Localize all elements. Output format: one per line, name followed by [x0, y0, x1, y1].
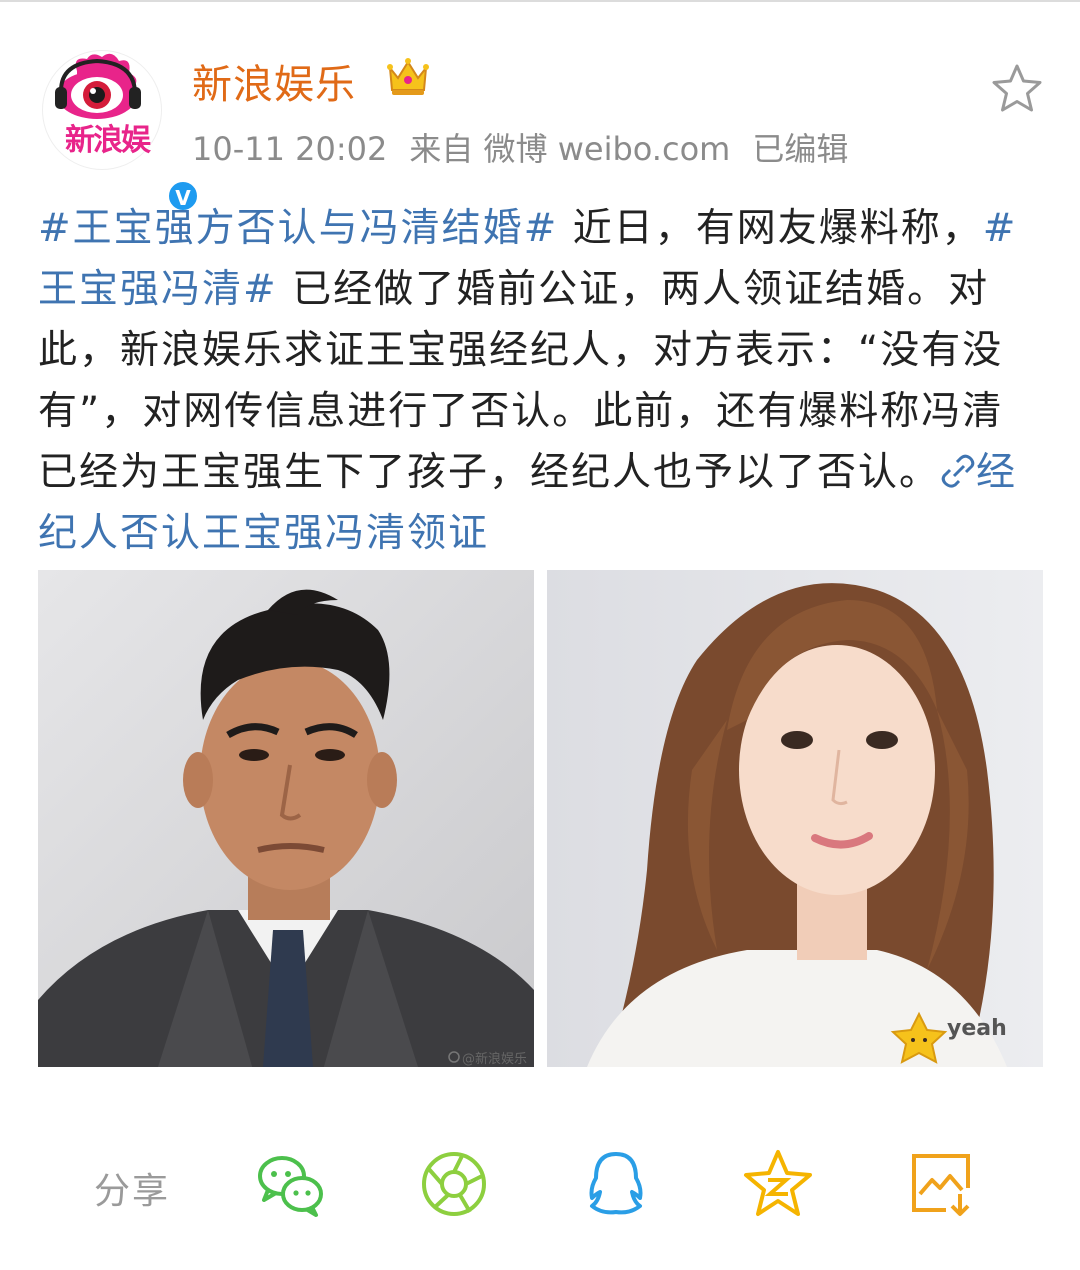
link-icon — [941, 454, 975, 488]
top-divider — [0, 0, 1080, 2]
favorite-star-icon[interactable] — [990, 62, 1044, 116]
photo-watermark: @新浪娱乐 — [462, 1052, 528, 1067]
avatar-label: 新浪娱 — [65, 123, 151, 158]
account-name[interactable]: 新浪娱乐 — [192, 52, 356, 110]
qq-icon[interactable] — [580, 1148, 652, 1220]
account-avatar[interactable]: 新浪娱 V — [42, 50, 200, 213]
save-image-icon[interactable] — [906, 1148, 978, 1220]
qzone-icon[interactable] — [742, 1148, 814, 1220]
share-label: 分享 — [94, 1171, 171, 1212]
post-body: #王宝强方否认与冯清结婚# 近日，有网友爆料称，#王宝强冯清# 已经做了婚前公证… — [38, 198, 1038, 564]
portrait-woman-image — [547, 570, 1043, 1067]
edited-label[interactable]: 已编辑 — [752, 130, 848, 168]
portrait-man-image — [38, 570, 534, 1067]
post-photo-man[interactable]: @新浪娱乐 — [38, 570, 534, 1067]
post-timestamp: 10-11 20:02 — [192, 130, 388, 168]
wechat-icon[interactable] — [254, 1148, 326, 1220]
crown-badge-icon — [387, 58, 429, 95]
post-meta: 10-11 20:02 来自 微博 weibo.com 已编辑 — [192, 124, 870, 170]
moments-icon[interactable] — [418, 1148, 490, 1220]
photo-sticker-text: yeah — [947, 1016, 1007, 1041]
hashtag-link[interactable]: #王宝强方否认与冯清结婚# — [38, 206, 558, 251]
post-source[interactable]: 来自 微博 weibo.com — [409, 130, 730, 168]
post-photo-woman[interactable]: yeah — [547, 570, 1043, 1067]
post-text-segment: 近日，有网友爆料称， — [558, 206, 983, 251]
